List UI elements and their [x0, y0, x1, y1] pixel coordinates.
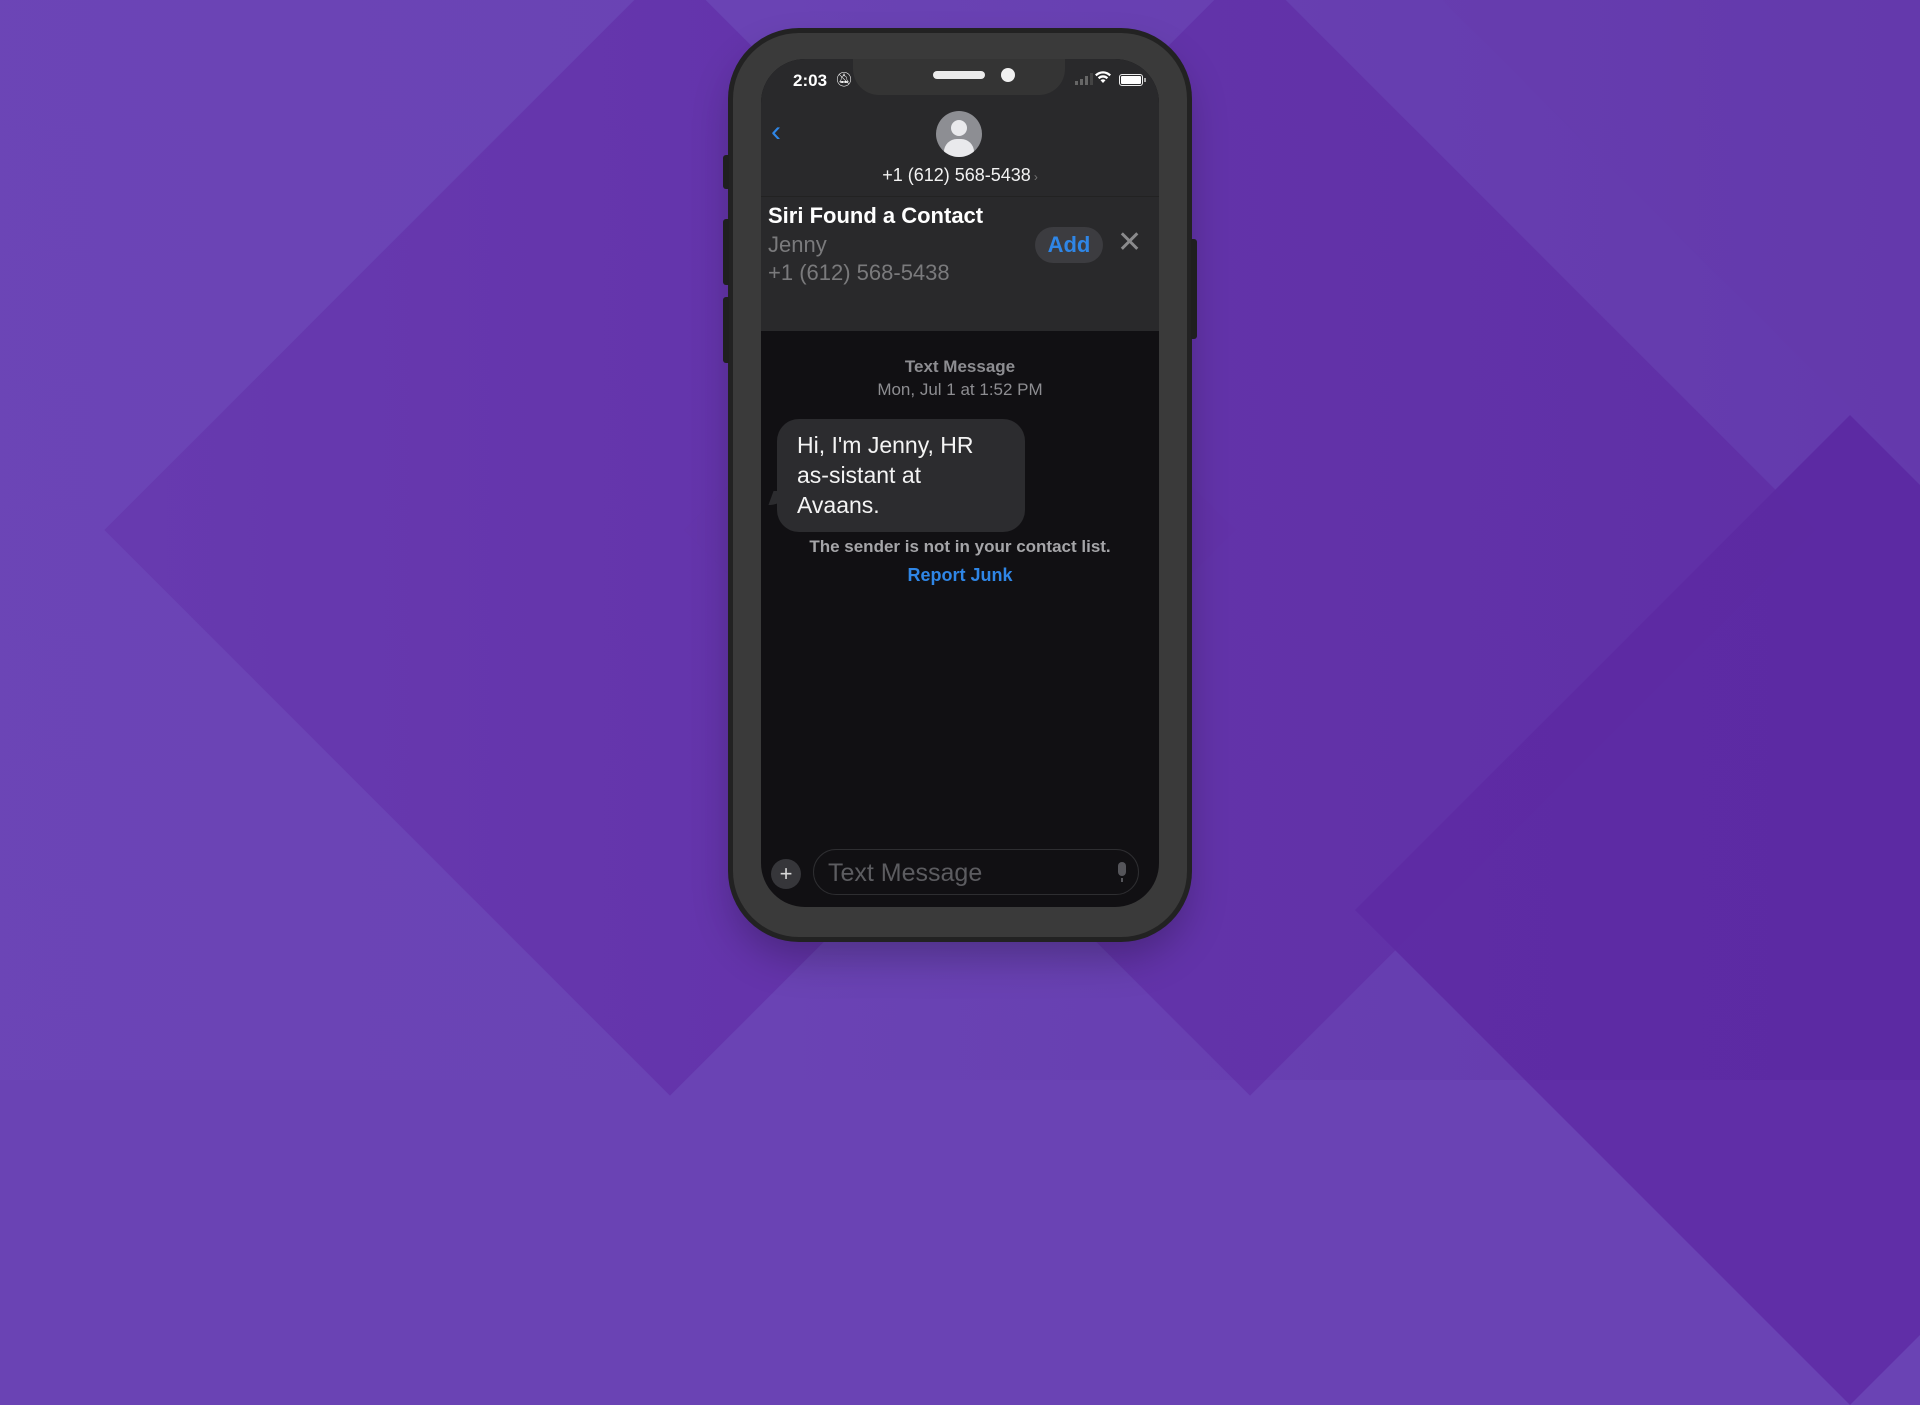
wifi-icon — [1095, 71, 1111, 83]
dynamic-notch — [853, 59, 1065, 95]
contact-number: +1 (612) 568-5438 — [882, 165, 1031, 185]
message-composer[interactable] — [813, 849, 1139, 896]
siri-suggestion-phone: +1 (612) 568-5438 — [768, 260, 950, 285]
add-contact-button[interactable]: Add — [1035, 227, 1103, 263]
chevron-left-icon[interactable]: ‹ — [771, 115, 781, 149]
bell-slash-icon: 🔕︎ — [835, 71, 853, 87]
person-avatar-icon — [951, 120, 967, 136]
battery-icon — [1119, 74, 1146, 86]
chevron-right-icon: › — [1033, 170, 1038, 184]
power-button — [1191, 239, 1197, 339]
message-timestamp: Mon, Jul 1 at 1:52 PM — [877, 380, 1043, 399]
unknown-sender-notice: The sender is not in your contact list. — [809, 537, 1111, 556]
siri-suggestion-name: Jenny — [768, 232, 827, 257]
conversation-header — [761, 59, 1159, 331]
speaker — [933, 71, 985, 79]
contact-title[interactable]: +1 (612) 568-5438 › — [761, 165, 1159, 186]
microphone-icon[interactable] — [1118, 862, 1126, 882]
silent-switch — [723, 155, 729, 189]
apps-plus-button[interactable]: + — [771, 859, 801, 889]
phone-screen: 2:03 🔕︎ ‹ +1 (612) 568-5438 › Siri Found … — [761, 59, 1159, 907]
front-camera — [1001, 68, 1015, 82]
incoming-message-bubble[interactable]: Hi, I'm Jenny, HR as-sistant at Avaans. — [777, 419, 1025, 532]
status-time: 2:03 — [793, 71, 828, 90]
message-input[interactable] — [826, 850, 1100, 896]
phone-frame: 2:03 🔕︎ ‹ +1 (612) 568-5438 › Siri Found … — [723, 33, 1197, 937]
close-icon[interactable]: ✕ — [1117, 225, 1142, 260]
message-meta: Text Message Mon, Jul 1 at 1:52 PM — [761, 355, 1159, 401]
volume-up-button — [723, 219, 729, 285]
divider — [761, 196, 1159, 197]
report-junk-link[interactable]: Report Junk — [761, 565, 1159, 586]
cellular-signal-icon — [1075, 73, 1093, 85]
service-label: Text Message — [904, 357, 1016, 376]
siri-suggestion-title: Siri Found a Contact — [768, 203, 984, 228]
avatar[interactable] — [936, 111, 982, 157]
person-avatar-icon-body — [944, 139, 974, 157]
volume-down-button — [723, 297, 729, 363]
